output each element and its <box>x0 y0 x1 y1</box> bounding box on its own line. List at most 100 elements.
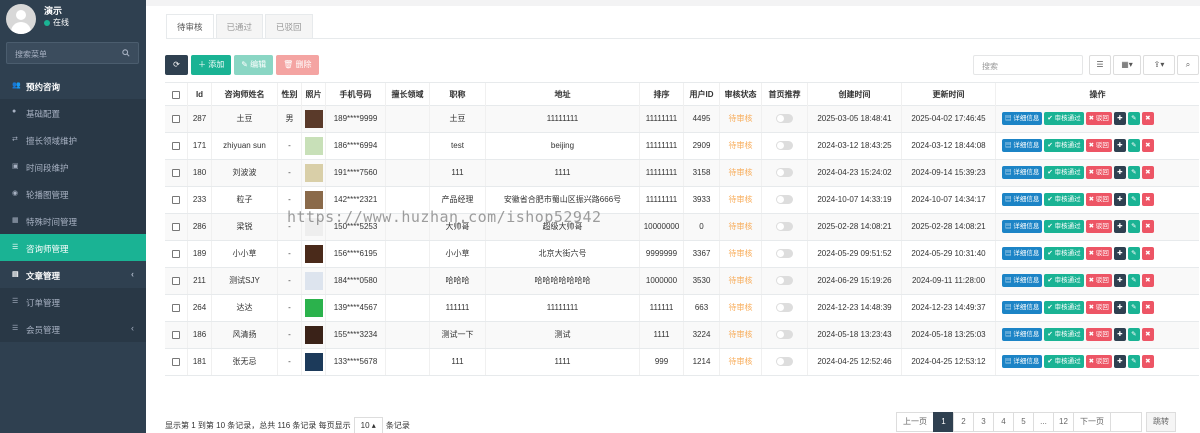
detail-button[interactable]: ▤ 详细信息 <box>1002 247 1043 260</box>
edit-row-button[interactable]: ✎ <box>1127 301 1140 314</box>
tab-approved[interactable]: 已通过 <box>215 14 264 38</box>
detail-button[interactable]: ▤ 详细信息 <box>1002 193 1043 206</box>
move-button[interactable]: ✚ <box>1113 247 1126 260</box>
edit-row-button[interactable]: ✎ <box>1127 220 1140 233</box>
row-checkbox[interactable] <box>165 268 187 294</box>
column-header[interactable]: 用户ID <box>683 83 719 107</box>
sidebar-item-7[interactable]: ▤ 文章管理 ‹ <box>0 261 146 288</box>
edit-row-button[interactable]: ✎ <box>1127 355 1140 368</box>
homepage-recommend-toggle[interactable] <box>776 357 793 367</box>
column-header[interactable]: 更新时间 <box>901 83 995 107</box>
row-checkbox[interactable] <box>165 241 187 267</box>
homepage-recommend-toggle[interactable] <box>776 276 793 286</box>
jump-button[interactable]: 跳转 <box>1146 412 1176 432</box>
menu-search-input[interactable]: 搜索菜单 <box>6 42 139 64</box>
table-row[interactable]: 233 粒子 -142****2321 产品经理 安徽省合肥市蜀山区振兴路666号 111… <box>165 187 1199 214</box>
consultant-photo[interactable] <box>304 163 323 182</box>
sidebar-item-5[interactable]: ▦ 特殊时间管理 <box>0 207 146 234</box>
reject-button[interactable]: ✖ 驳回 <box>1085 247 1112 260</box>
sidebar-item-4[interactable]: ◉ 轮播图管理 <box>0 180 146 207</box>
homepage-recommend-toggle[interactable] <box>776 114 793 124</box>
homepage-recommend-toggle[interactable] <box>776 222 793 232</box>
sidebar-item-9[interactable]: ☰ 会员管理 ‹ <box>0 315 146 342</box>
column-header[interactable]: 地址 <box>485 83 639 107</box>
detail-button[interactable]: ▤ 详细信息 <box>1002 274 1043 287</box>
consultant-photo[interactable] <box>304 352 323 371</box>
row-checkbox[interactable] <box>165 187 187 213</box>
column-header[interactable]: 审核状态 <box>719 83 761 107</box>
avatar[interactable] <box>6 4 36 34</box>
approve-button[interactable]: ✔ 审核通过 <box>1044 274 1084 287</box>
edit-row-button[interactable]: ✎ <box>1127 112 1140 125</box>
refresh-button[interactable]: ⟳ <box>165 55 188 75</box>
reject-button[interactable]: ✖ 驳回 <box>1085 112 1112 125</box>
delete-row-button[interactable]: ✖ <box>1141 166 1154 179</box>
edit-row-button[interactable]: ✎ <box>1127 328 1140 341</box>
homepage-recommend-toggle[interactable] <box>776 330 793 340</box>
detail-button[interactable]: ▤ 详细信息 <box>1002 112 1043 125</box>
reject-button[interactable]: ✖ 驳回 <box>1085 301 1112 314</box>
next-page-button[interactable]: 下一页 <box>1073 412 1111 432</box>
page-button[interactable]: 5 <box>1013 412 1034 432</box>
delete-row-button[interactable]: ✖ <box>1141 139 1154 152</box>
reject-button[interactable]: ✖ 驳回 <box>1085 166 1112 179</box>
sidebar-item-0[interactable]: 👥 预约咨询 <box>0 72 146 99</box>
move-button[interactable]: ✚ <box>1113 328 1126 341</box>
row-checkbox[interactable] <box>165 160 187 186</box>
row-checkbox[interactable] <box>165 322 187 348</box>
columns-button[interactable]: ▦▾ <box>1113 55 1141 75</box>
move-button[interactable]: ✚ <box>1113 220 1126 233</box>
page-size-select[interactable]: 10 ▴ <box>353 417 383 433</box>
edit-row-button[interactable]: ✎ <box>1127 166 1140 179</box>
table-row[interactable]: 171 zhiyuan sun -186****6994 test beijing 111… <box>165 133 1199 160</box>
detail-button[interactable]: ▤ 详细信息 <box>1002 355 1043 368</box>
column-header[interactable]: 职称 <box>429 83 485 107</box>
delete-row-button[interactable]: ✖ <box>1141 112 1154 125</box>
delete-row-button[interactable]: ✖ <box>1141 328 1154 341</box>
consultant-photo[interactable] <box>304 271 323 290</box>
approve-button[interactable]: ✔ 审核通过 <box>1044 247 1084 260</box>
row-checkbox[interactable] <box>165 295 187 321</box>
move-button[interactable]: ✚ <box>1113 139 1126 152</box>
edit-row-button[interactable]: ✎ <box>1127 139 1140 152</box>
table-row[interactable]: 264 达达 -139****4567 111111 11111111 111111 663… <box>165 295 1199 322</box>
homepage-recommend-toggle[interactable] <box>776 303 793 313</box>
reject-button[interactable]: ✖ 驳回 <box>1085 193 1112 206</box>
approve-button[interactable]: ✔ 审核通过 <box>1044 139 1084 152</box>
row-checkbox[interactable] <box>165 106 187 132</box>
advanced-search-button[interactable]: ⌕ <box>1177 55 1199 75</box>
detail-button[interactable]: ▤ 详细信息 <box>1002 166 1043 179</box>
table-row[interactable]: 189 小小草 -156****6195 小小草 北京大街六号 9999999 3367 待审… <box>165 241 1199 268</box>
reject-button[interactable]: ✖ 驳回 <box>1085 220 1112 233</box>
consultant-photo[interactable] <box>304 109 323 128</box>
move-button[interactable]: ✚ <box>1113 301 1126 314</box>
column-header[interactable]: 咨询师姓名 <box>211 83 277 107</box>
delete-row-button[interactable]: ✖ <box>1141 301 1154 314</box>
table-row[interactable]: 186 风清扬 -155****3234 测试一下 测试 1111 3224 待审核 2024-… <box>165 322 1199 349</box>
detail-button[interactable]: ▤ 详细信息 <box>1002 220 1043 233</box>
consultant-photo[interactable] <box>304 244 323 263</box>
prev-page-button[interactable]: 上一页 <box>896 412 934 432</box>
column-header[interactable]: 排序 <box>639 83 683 107</box>
approve-button[interactable]: ✔ 审核通过 <box>1044 328 1084 341</box>
row-checkbox[interactable] <box>165 133 187 159</box>
delete-row-button[interactable]: ✖ <box>1141 220 1154 233</box>
move-button[interactable]: ✚ <box>1113 166 1126 179</box>
edit-row-button[interactable]: ✎ <box>1127 247 1140 260</box>
sidebar-item-2[interactable]: ⇄ 擅长领域维护 <box>0 126 146 153</box>
detail-button[interactable]: ▤ 详细信息 <box>1002 301 1043 314</box>
approve-button[interactable]: ✔ 审核通过 <box>1044 220 1084 233</box>
tab-rejected[interactable]: 已驳回 <box>265 14 313 38</box>
page-button[interactable]: 3 <box>973 412 994 432</box>
edit-button[interactable]: ✎ 编辑 <box>234 55 274 75</box>
approve-button[interactable]: ✔ 审核通过 <box>1044 355 1084 368</box>
move-button[interactable]: ✚ <box>1113 193 1126 206</box>
delete-row-button[interactable]: ✖ <box>1141 247 1154 260</box>
table-row[interactable]: 287 土豆男 189****9999 土豆 11111111 11111111 4495 待… <box>165 106 1199 133</box>
reject-button[interactable]: ✖ 驳回 <box>1085 274 1112 287</box>
reject-button[interactable]: ✖ 驳回 <box>1085 328 1112 341</box>
move-button[interactable]: ✚ <box>1113 112 1126 125</box>
sidebar-item-6[interactable]: ☰ 咨询师管理 <box>0 234 146 261</box>
homepage-recommend-toggle[interactable] <box>776 195 793 205</box>
sidebar-item-3[interactable]: ▣ 时间段维护 <box>0 153 146 180</box>
